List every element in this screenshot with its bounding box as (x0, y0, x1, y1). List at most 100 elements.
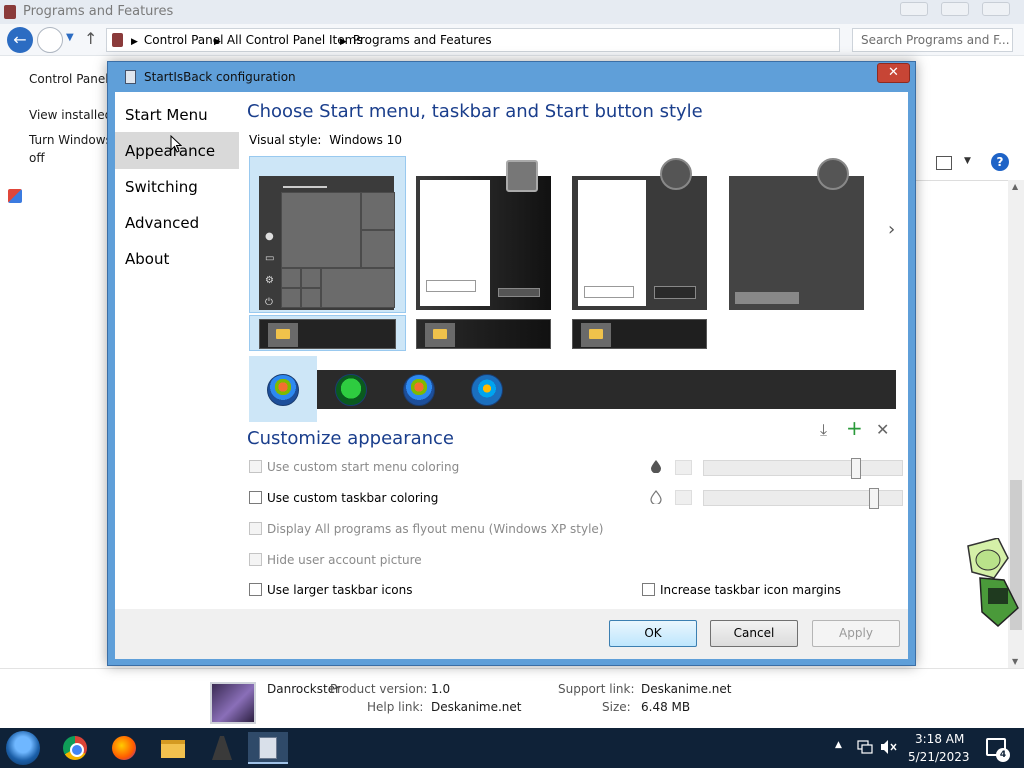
start-style-windows7-dark[interactable] (416, 160, 551, 310)
ok-button[interactable]: OK (609, 620, 697, 647)
customize-heading: Customize appearance (247, 428, 454, 449)
link-view-installed-updates[interactable]: View installed (29, 108, 112, 122)
dialog-body: Start Menu Appearance Switching Advanced… (115, 92, 908, 609)
start-style-windows10-dark[interactable] (729, 158, 864, 310)
breadcrumb[interactable]: ▶ Control Panel ▶ All Control Panel Items … (106, 28, 840, 52)
help-icon[interactable]: ? (991, 153, 1009, 171)
orb-windows7-alt-icon[interactable] (403, 374, 435, 406)
search-input[interactable]: Search Programs and F... (852, 28, 1013, 52)
dialog-titlebar[interactable]: StartIsBack configuration ✕ (108, 62, 915, 92)
checkbox-box[interactable] (249, 553, 262, 566)
link-turn-windows-features[interactable]: Turn Windows (29, 133, 112, 147)
network-icon[interactable] (857, 740, 873, 754)
slider-thumb[interactable] (869, 488, 879, 509)
start-style-windows10[interactable]: ● ▭ ⚙ ⏻ (259, 176, 395, 310)
orb-clover-icon[interactable] (335, 374, 367, 406)
checkbox-box[interactable] (642, 583, 655, 596)
volume-muted-icon[interactable] (880, 739, 898, 755)
back-arrow-icon[interactable]: ← (7, 27, 33, 53)
taskbar-color-swatch[interactable] (675, 490, 692, 505)
scroll-down-icon[interactable]: ▼ (1012, 657, 1018, 666)
flyout-menu-checkbox[interactable]: Display All programs as flyout menu (Win… (249, 522, 603, 536)
maximize-button[interactable] (941, 2, 969, 16)
sidebar-item-label: Advanced (125, 214, 200, 232)
orb-windows8-icon[interactable] (471, 374, 503, 406)
recent-locations-dropdown-icon[interactable]: ▼ (66, 32, 74, 43)
up-arrow-icon[interactable]: ↑ (84, 29, 97, 48)
custom-start-coloring-checkbox[interactable]: Use custom start menu coloring (249, 460, 459, 474)
sidebar-item-switching[interactable]: Switching (115, 168, 239, 205)
explorer-titlebar: Programs and Features (0, 0, 1024, 24)
product-version-value: 1.0 (431, 682, 451, 696)
sidebar-item-about[interactable]: About (115, 240, 239, 277)
dialog-button-bar: OK Cancel Apply (115, 609, 908, 659)
slider-thumb[interactable] (851, 458, 861, 479)
checkbox-label: Increase taskbar icon margins (660, 583, 841, 597)
clock-date[interactable]: 5/21/2023 (908, 750, 970, 764)
taskbar-firefox[interactable] (104, 732, 144, 764)
support-link-value[interactable]: Deskanime.net (641, 682, 732, 696)
taskbar-style-dark[interactable] (572, 319, 707, 349)
visual-style-label: Visual style: (249, 133, 322, 147)
icon-margins-checkbox[interactable]: Increase taskbar icon margins (642, 583, 841, 597)
clock-time[interactable]: 3:18 AM (915, 732, 964, 746)
orb-windows7-icon[interactable] (267, 374, 299, 406)
minimize-button[interactable] (900, 2, 928, 16)
remove-icon[interactable]: ✕ (876, 420, 889, 439)
checkbox-box[interactable] (249, 522, 262, 535)
checkbox-box[interactable] (249, 583, 262, 596)
help-link-label: Help link: (367, 700, 424, 714)
larger-taskbar-icons-checkbox[interactable]: Use larger taskbar icons (249, 583, 413, 597)
view-toolbar: ▼ ? (916, 150, 1024, 180)
explorer-left-pane: Control Panel View installed Turn Window… (0, 56, 112, 668)
help-link-value[interactable]: Deskanime.net (431, 700, 522, 714)
dialog-close-button[interactable]: ✕ (877, 63, 910, 83)
dialog-title: StartIsBack configuration (144, 70, 296, 84)
checkbox-box[interactable] (249, 491, 262, 504)
add-icon[interactable]: + (846, 416, 863, 440)
breadcrumb-control-panel[interactable]: ▶ Control Panel (131, 33, 224, 47)
start-menu-color-swatch[interactable] (675, 460, 692, 475)
breadcrumb-programs-and-features[interactable]: ▶ Programs and Features (340, 33, 492, 47)
chevron-down-icon[interactable]: ▼ (964, 156, 971, 166)
checkbox-box[interactable] (249, 460, 262, 473)
hide-user-picture-checkbox[interactable]: Hide user account picture (249, 553, 422, 567)
start-menu-opacity-slider[interactable] (703, 458, 903, 479)
sidebar-item-advanced[interactable]: Advanced (115, 204, 239, 241)
download-icon[interactable]: ⤓ (820, 420, 827, 440)
startisback-config-dialog: StartIsBack configuration ✕ Start Menu A… (107, 61, 916, 666)
start-button[interactable] (6, 731, 40, 765)
control-panel-icon (112, 33, 123, 47)
taskbar-style-flat[interactable] (259, 319, 396, 349)
custom-taskbar-coloring-checkbox[interactable]: Use custom taskbar coloring (249, 491, 438, 505)
taskbar-style-glass[interactable] (416, 319, 551, 349)
link-turn-windows-features-off[interactable]: off (29, 151, 45, 165)
taskbar-opacity-slider[interactable] (703, 488, 903, 509)
cancel-button[interactable]: Cancel (710, 620, 798, 647)
close-button[interactable] (982, 2, 1010, 16)
next-styles-arrow-icon[interactable]: › (888, 219, 895, 240)
shield-icon (8, 189, 22, 203)
taskbar-chrome[interactable] (55, 732, 95, 764)
show-hidden-icons-chevron-icon[interactable]: ▲ (835, 740, 842, 750)
link-control-panel-home[interactable]: Control Panel (29, 72, 109, 86)
taskbar-startisback[interactable] (248, 732, 288, 764)
apply-button[interactable]: Apply (812, 620, 900, 647)
support-link-label: Support link: (558, 682, 635, 696)
folder-icon (581, 323, 611, 347)
folder-icon (268, 323, 298, 347)
view-options-icon[interactable] (936, 156, 952, 170)
chrome-icon (63, 736, 87, 760)
taskbar-inkscape[interactable] (202, 732, 242, 764)
forward-button[interactable] (37, 27, 63, 53)
sidebar-item-label: About (125, 250, 170, 268)
scroll-up-icon[interactable]: ▲ (1012, 182, 1018, 191)
start-style-windows7-flat[interactable] (572, 158, 707, 310)
file-explorer-icon (161, 740, 185, 758)
sidebar-item-start-menu[interactable]: Start Menu (115, 96, 239, 133)
desktop-mascot-character (967, 538, 1019, 628)
style-heading: Choose Start menu, taskbar and Start but… (247, 101, 703, 122)
startisback-icon (259, 737, 277, 759)
taskbar-file-explorer[interactable] (153, 732, 193, 764)
sidebar-item-label: Start Menu (125, 106, 208, 124)
